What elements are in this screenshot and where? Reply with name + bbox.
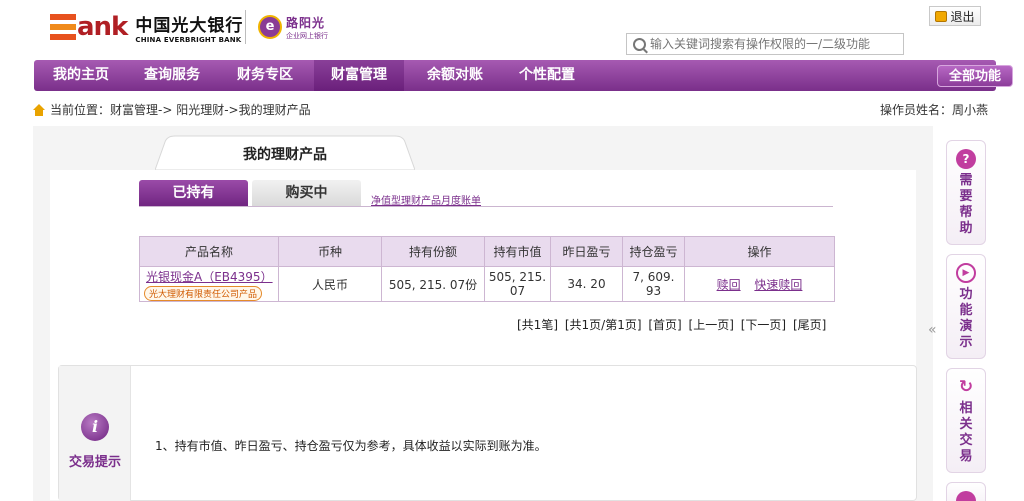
quick-redeem-link[interactable]: 快速赎回 [754, 278, 802, 292]
nav-item-balance[interactable]: 余额对账 [414, 60, 496, 91]
bank-logo-text: ank [77, 12, 128, 42]
main-nav: 我的主页 查询服务 财务专区 财富管理 余额对账 个性配置 全部功能 [34, 60, 1013, 91]
side-label-demo: 功能演示 [959, 287, 973, 350]
bank-logo-mark [50, 14, 76, 40]
home-icon [33, 104, 45, 116]
bank-name-cn: 中国光大银行 [135, 15, 244, 36]
side-item-demo[interactable]: ▶ 功能演示 [946, 254, 986, 359]
header-shares: 持有份额 [381, 236, 485, 267]
header-currency: 币种 [278, 236, 382, 267]
cell-market-value: 505, 215. 07 [484, 266, 551, 302]
section-title: 我的理财产品 [243, 147, 327, 163]
logout-button[interactable]: 退出 [929, 6, 981, 26]
play-icon: ▶ [956, 263, 976, 283]
monthly-statement-link[interactable]: 净值型理财产品月度账单 [371, 192, 481, 207]
tip-label: 交易提示 [69, 455, 122, 470]
pager-first[interactable]: [首页] [648, 318, 681, 332]
header: ank 中国光大银行 CHINA EVERBRIGHT BANK e 路阳光 企… [0, 0, 1024, 56]
header-market-value: 持有市值 [484, 236, 551, 267]
cell-product: 光银现金A（EB4395） 光大理财有限责任公司产品 [139, 266, 279, 302]
refresh-icon: ↻ [958, 377, 974, 397]
collapse-right-arrow-icon[interactable]: « [928, 322, 937, 338]
cell-yesterday-pnl: 34. 20 [550, 266, 623, 302]
breadcrumb: 当前位置： 财富管理-> 阳光理财->我的理财产品 [33, 100, 311, 120]
side-label-related: 相关交易 [959, 401, 973, 464]
table-row: 光银现金A（EB4395） 光大理财有限责任公司产品 人民币 505, 215.… [139, 266, 835, 302]
tab-underline [139, 206, 833, 207]
tab-holding[interactable]: 已持有 [139, 180, 248, 207]
tab-purchasing[interactable]: 购买中 [252, 180, 361, 207]
side-label-help: 需要帮助 [959, 173, 973, 236]
pager-prev[interactable]: [上一页] [689, 318, 734, 332]
nav-item-wealth[interactable]: 财富管理 [314, 60, 404, 91]
bank-name-en: CHINA EVERBRIGHT BANK [135, 35, 242, 44]
search-icon [633, 37, 646, 51]
product-badge: 光大理财有限责任公司产品 [144, 285, 263, 301]
pager-total-count: [共1笔] [517, 318, 558, 332]
search-box[interactable] [626, 33, 904, 55]
nav-item-query[interactable]: 查询服务 [131, 60, 213, 91]
header-actions: 操作 [684, 236, 835, 267]
breadcrumb-prefix: 当前位置： [50, 103, 111, 117]
cell-currency: 人民币 [278, 266, 382, 302]
pager-next[interactable]: [下一页] [741, 318, 786, 332]
table-header-row: 产品名称 币种 持有份额 持有市值 昨日盈亏 持仓盈亏 操作 [139, 236, 835, 267]
side-item-more[interactable] [946, 482, 986, 501]
all-functions-button[interactable]: 全部功能 [937, 65, 1013, 87]
operator-name: 操作员姓名：周小燕 [879, 103, 988, 117]
cell-position-pnl: 7, 609. 93 [622, 266, 685, 302]
cell-actions: 赎回 快速赎回 [684, 266, 835, 302]
pager-last[interactable]: [尾页] [793, 318, 826, 332]
search-input[interactable] [650, 37, 900, 51]
logout-icon [935, 10, 948, 22]
help-icon: ? [956, 149, 976, 169]
section-tab-header: 我的理财产品 [155, 134, 415, 170]
sub-brand-logo: e 路阳光 企业网上银行 [258, 12, 328, 42]
side-item-help[interactable]: ? 需要帮助 [946, 140, 986, 245]
header-product-name: 产品名称 [139, 236, 279, 267]
cell-shares: 505, 215. 07份 [381, 266, 485, 302]
redeem-link[interactable]: 赎回 [717, 278, 741, 292]
trade-tip-box: i 交易提示 1、持有市值、昨日盈亏、持仓盈亏仅为参考，具体收益以实际到账为准。 [58, 365, 917, 501]
pager: [共1笔] [共1页/第1页] [首页] [上一页] [下一页] [尾页] [517, 316, 829, 333]
bank-logo[interactable]: ank 中国光大银行 CHINA EVERBRIGHT BANK [50, 12, 244, 44]
breadcrumb-path: 财富管理-> 阳光理财->我的理财产品 [110, 103, 311, 117]
header-yesterday-pnl: 昨日盈亏 [550, 236, 623, 267]
sub-brand-icon: e [258, 15, 282, 39]
info-icon: i [81, 413, 109, 441]
logo-divider [245, 10, 246, 44]
header-position-pnl: 持仓盈亏 [622, 236, 685, 267]
main-panel: 我的理财产品 已持有 购买中 净值型理财产品月度账单 产品名称 币种 持有份额 … [33, 126, 933, 501]
sub-brand-small: 企业网上银行 [286, 31, 328, 40]
side-item-related[interactable]: ↻ 相关交易 [946, 368, 986, 473]
sub-brand-name: 路阳光 [286, 15, 326, 30]
more-icon [956, 491, 976, 501]
pager-page-info: [共1页/第1页] [564, 318, 642, 332]
logout-label: 退出 [950, 9, 975, 24]
tip-text: 1、持有市值、昨日盈亏、持仓盈亏仅为参考，具体收益以实际到账为准。 [155, 439, 547, 453]
holdings-table: 产品名称 币种 持有份额 持有市值 昨日盈亏 持仓盈亏 操作 光银现金A（EB4… [139, 236, 835, 302]
nav-item-personal[interactable]: 个性配置 [506, 60, 588, 91]
nav-item-home[interactable]: 我的主页 [40, 60, 122, 91]
nav-item-finance[interactable]: 财务专区 [224, 60, 306, 91]
side-panel: ? 需要帮助 ▶ 功能演示 ↻ 相关交易 [946, 136, 986, 501]
product-name-link[interactable]: 光银现金A（EB4395） [140, 268, 278, 285]
tip-sidebar: i 交易提示 [59, 366, 131, 501]
